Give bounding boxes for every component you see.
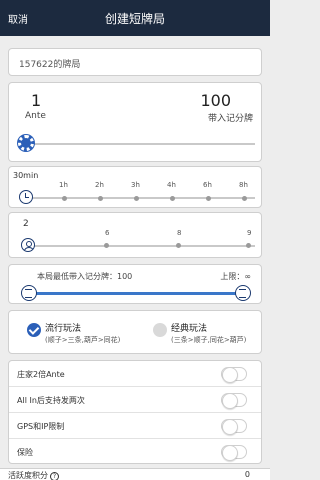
toggle-switch[interactable] <box>221 419 247 435</box>
ante-slider-track[interactable] <box>29 143 255 145</box>
option-label: GPS和IP限制 <box>17 422 65 431</box>
players-dot[interactable] <box>176 243 181 248</box>
page-title: 创建短牌局 <box>104 12 165 26</box>
ante-panel: 1 Ante 100 带入记分牌 <box>8 82 262 162</box>
players-tick: 6 <box>105 229 110 237</box>
options-list: 庄家2倍Ante All In后支持发两次 GPS和IP限制 保险 <box>8 360 262 464</box>
players-dot[interactable] <box>104 243 109 248</box>
buyin-label: 带入记分牌 <box>207 114 253 124</box>
buyin-limit-panel: 本局最低带入记分牌：100 上限：∞ <box>8 264 262 304</box>
players-selected: 2 <box>23 219 29 229</box>
top-bar: 取消 创建短牌局 <box>0 0 270 36</box>
duration-dot[interactable] <box>62 196 67 201</box>
option-row-gps-ip: GPS和IP限制 <box>9 413 261 439</box>
mode-subtitle: (顺子>三条,葫芦>同花) <box>45 336 121 344</box>
players-tick: 8 <box>177 229 182 237</box>
person-icon[interactable] <box>21 238 35 252</box>
mode-subtitle: (三条>顺子,同花>葫芦) <box>171 336 247 344</box>
duration-tick: 3h <box>131 181 140 189</box>
duration-dot[interactable] <box>170 196 175 201</box>
duration-dot[interactable] <box>206 196 211 201</box>
max-buyin-label: 上限：∞ <box>220 272 251 281</box>
unchecked-radio-icon[interactable] <box>153 323 167 337</box>
chip-slider-handle-icon[interactable] <box>18 135 34 151</box>
mode-title: 经典玩法 <box>171 324 208 334</box>
ante-label: Ante <box>25 111 46 121</box>
option-row-insurance: 保险 <box>9 439 261 465</box>
duration-tick: 1h <box>59 181 68 189</box>
mode-title: 流行玩法 <box>45 324 82 334</box>
option-row-dealer-2x-ante: 庄家2倍Ante <box>9 361 261 387</box>
duration-tick: 8h <box>239 181 248 189</box>
players-slider-track[interactable] <box>31 245 255 247</box>
option-label: 庄家2倍Ante <box>17 370 65 379</box>
toggle-switch[interactable] <box>221 445 247 461</box>
game-mode-panel: 流行玩法 (顺子>三条,葫芦>同花) 经典玩法 (三条>顺子,同花>葫芦) <box>8 310 262 354</box>
duration-panel: 30min 1h 2h 3h 4h 6h 8h <box>8 166 262 208</box>
duration-dot[interactable] <box>134 196 139 201</box>
toggle-switch[interactable] <box>221 367 247 383</box>
duration-tick: 4h <box>167 181 176 189</box>
game-name-field[interactable]: 157622的牌局 <box>8 48 262 76</box>
min-buyin-label: 本局最低带入记分牌：100 <box>37 272 133 281</box>
range-max-handle-icon[interactable] <box>235 285 251 301</box>
option-label: All In后支持发两次 <box>17 396 85 405</box>
buyin-value: 100 <box>200 91 231 110</box>
activity-label-text: 活跃度积分 <box>8 471 48 480</box>
option-label: 保险 <box>17 448 33 457</box>
game-name-value: 157622的牌局 <box>19 60 81 70</box>
duration-selected: 30min <box>13 171 39 180</box>
players-panel: 2 6 8 9 <box>8 212 262 258</box>
ante-value: 1 <box>31 91 42 110</box>
activity-value[interactable]: 0 <box>245 470 250 479</box>
buyin-range-track[interactable] <box>31 292 243 295</box>
clock-icon[interactable] <box>19 190 33 204</box>
players-tick: 9 <box>247 229 252 237</box>
help-icon[interactable]: ? <box>50 472 59 480</box>
players-dot[interactable] <box>246 243 251 248</box>
toggle-switch[interactable] <box>221 393 247 409</box>
activity-points-row: 活跃度积分? 0 <box>0 468 270 480</box>
activity-label: 活跃度积分? <box>8 470 59 480</box>
duration-dot[interactable] <box>98 196 103 201</box>
range-min-handle-icon[interactable] <box>21 285 37 301</box>
option-row-allin-run-twice: All In后支持发两次 <box>9 387 261 413</box>
duration-tick: 2h <box>95 181 104 189</box>
duration-dot[interactable] <box>242 196 247 201</box>
checked-radio-icon[interactable] <box>27 323 41 337</box>
duration-tick: 6h <box>203 181 212 189</box>
